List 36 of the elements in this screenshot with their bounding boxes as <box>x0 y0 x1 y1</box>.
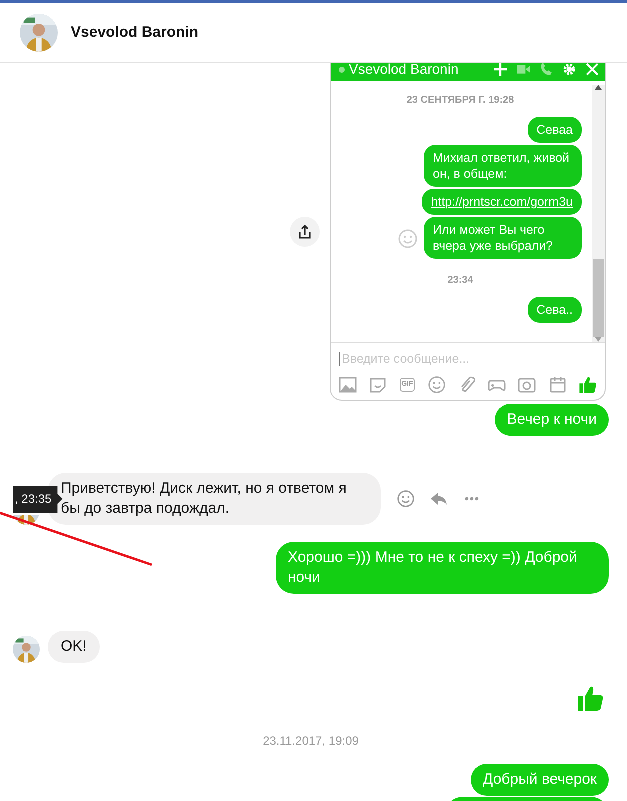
plus-icon[interactable] <box>494 63 507 76</box>
message-bubble: Вечер к ночи <box>495 404 609 436</box>
settings-icon[interactable] <box>563 63 576 76</box>
share-icon <box>297 224 313 240</box>
reaction-icon[interactable] <box>397 490 415 508</box>
scroll-up-icon[interactable] <box>595 85 602 90</box>
like-button[interactable] <box>578 376 597 394</box>
message-bubble: OK! <box>48 631 100 663</box>
image-icon[interactable] <box>339 376 357 394</box>
phone-icon[interactable] <box>540 63 553 76</box>
message-bubble: Добрый вечерок <box>471 764 609 796</box>
reply-icon[interactable] <box>430 490 448 508</box>
message-bubble: Севаа <box>528 117 582 143</box>
close-icon[interactable] <box>586 63 599 76</box>
avatar <box>13 636 40 663</box>
message-bubble: Хорошо =))) Мне то не к спеху =)) Доброй ночи <box>276 542 609 594</box>
sticker-icon[interactable] <box>369 376 388 394</box>
date-separator: 23:34 <box>448 275 474 286</box>
date-separator: 23 СЕНТЯБРЯ Г. 19:28 <box>406 95 514 106</box>
camera-icon[interactable] <box>518 376 536 394</box>
avatar <box>20 14 58 52</box>
contact-name: Vsevolod Baronin <box>349 63 460 76</box>
scrollbar[interactable] <box>592 85 605 342</box>
reaction-icon[interactable] <box>398 229 418 249</box>
message-bubble: Сева.. <box>528 297 582 323</box>
thumbs-up-icon[interactable] <box>577 685 604 712</box>
message-link[interactable]: http://prntscr.com/gorm3u <box>431 195 573 209</box>
timestamp: 23.11.2017, 19:09 <box>263 734 359 748</box>
calendar-icon[interactable] <box>548 376 567 394</box>
message-bubble: Михиал ответил, живой он, в общем: <box>424 145 582 187</box>
video-camera-icon[interactable] <box>517 63 530 76</box>
share-button[interactable] <box>290 217 320 247</box>
timestamp-tooltip: , 23:35 <box>13 486 63 513</box>
message-bubble: Или может Вы чего вчера уже выбрали? <box>424 217 582 259</box>
contact-name: Vsevolod Baronin <box>71 24 199 41</box>
emoji-icon[interactable] <box>428 376 446 394</box>
